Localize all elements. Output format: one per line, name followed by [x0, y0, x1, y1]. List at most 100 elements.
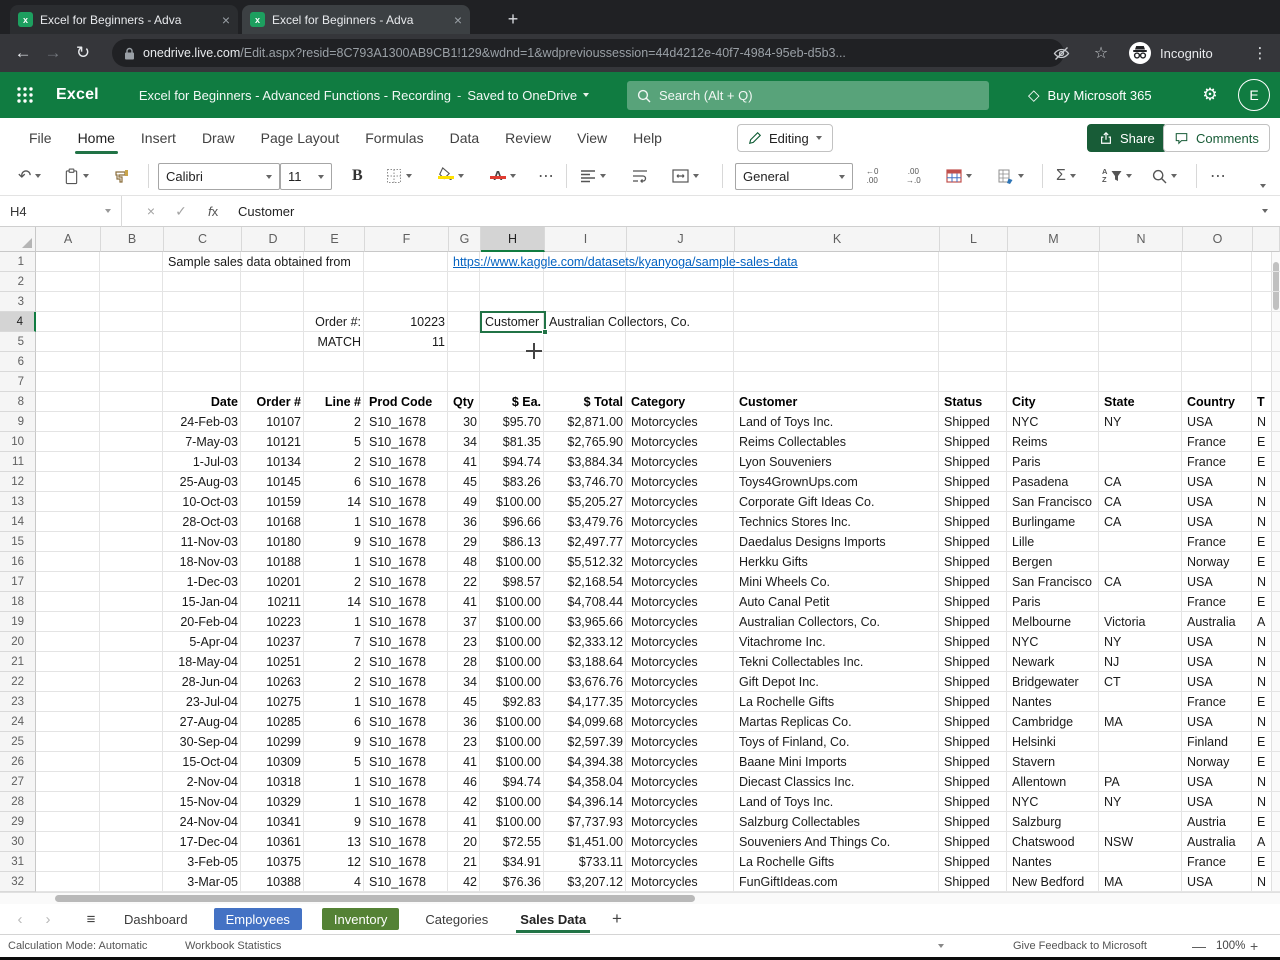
table-cell[interactable]: S10_1678 [365, 592, 449, 612]
table-cell[interactable]: USA [1183, 412, 1253, 432]
table-cell[interactable]: A [1253, 612, 1280, 632]
table-cell[interactable]: Shipped [940, 772, 1008, 792]
table-cell[interactable]: 36 [449, 712, 481, 732]
table-cell[interactable]: 10263 [242, 672, 305, 692]
table-cell[interactable]: S10_1678 [365, 712, 449, 732]
table-cell[interactable]: 45 [449, 692, 481, 712]
table-cell[interactable]: E [1253, 812, 1280, 832]
table-cell[interactable]: 10201 [242, 572, 305, 592]
table-cell[interactable]: $100.00 [481, 652, 545, 672]
ribbon-tab-draw[interactable]: Draw [189, 118, 248, 157]
table-cell[interactable]: N [1253, 872, 1280, 892]
table-cell[interactable]: E [1253, 732, 1280, 752]
table-cell[interactable]: NYC [1008, 412, 1100, 432]
undo-button[interactable]: ↶ [18, 157, 41, 195]
table-cell[interactable]: 1-Jul-03 [164, 452, 242, 472]
table-cell[interactable]: S10_1678 [365, 772, 449, 792]
table-cell[interactable]: N [1253, 792, 1280, 812]
table-cell[interactable]: Diecast Classics Inc. [735, 772, 940, 792]
confirm-entry-icon[interactable]: ✓ [166, 203, 196, 220]
bookmark-star-icon[interactable]: ☆ [1088, 39, 1114, 67]
table-cell[interactable]: $5,205.27 [545, 492, 627, 512]
table-cell[interactable]: 5 [305, 432, 365, 452]
table-cell[interactable]: Nantes [1008, 852, 1100, 872]
table-header-status[interactable]: Status [940, 392, 1008, 412]
table-header-category[interactable]: Category [627, 392, 735, 412]
table-cell[interactable]: USA [1183, 872, 1253, 892]
table-cell[interactable]: $83.26 [481, 472, 545, 492]
next-sheet-icon[interactable]: › [34, 911, 62, 928]
table-cell[interactable]: 41 [449, 592, 481, 612]
table-cell[interactable]: N [1253, 672, 1280, 692]
table-cell[interactable]: $2,168.54 [545, 572, 627, 592]
spreadsheet-cell-F4[interactable]: 10223 [365, 312, 449, 332]
table-cell[interactable]: Shipped [940, 852, 1008, 872]
table-cell[interactable]: 42 [449, 792, 481, 812]
table-cell[interactable]: 10-Oct-03 [164, 492, 242, 512]
table-cell[interactable]: $94.74 [481, 772, 545, 792]
table-cell[interactable]: N [1253, 772, 1280, 792]
table-cell[interactable]: 21 [449, 852, 481, 872]
table-cell[interactable]: Bridgewater [1008, 672, 1100, 692]
table-cell[interactable]: Helsinki [1008, 732, 1100, 752]
table-cell[interactable]: 10275 [242, 692, 305, 712]
borders-button[interactable] [386, 157, 412, 195]
comments-button[interactable]: Comments [1163, 124, 1270, 152]
table-cell[interactable]: 23 [449, 632, 481, 652]
paste-button[interactable] [64, 157, 89, 195]
formula-content[interactable]: Customer [238, 204, 294, 219]
horizontal-scrollbar-thumb[interactable] [55, 895, 695, 902]
table-cell[interactable]: 10309 [242, 752, 305, 772]
table-cell[interactable]: Souveniers And Things Co. [735, 832, 940, 852]
table-cell[interactable]: 34 [449, 432, 481, 452]
sheet-tab-dashboard[interactable]: Dashboard [120, 904, 192, 934]
column-header-H[interactable]: H [481, 227, 545, 252]
table-cell[interactable]: Daedalus Designs Imports [735, 532, 940, 552]
table-cell[interactable]: 12 [305, 852, 365, 872]
table-cell[interactable]: Vitachrome Inc. [735, 632, 940, 652]
table-cell[interactable]: 1 [305, 772, 365, 792]
table-cell[interactable]: $100.00 [481, 712, 545, 732]
table-cell[interactable]: S10_1678 [365, 512, 449, 532]
fill-handle[interactable] [542, 329, 548, 335]
table-cell[interactable]: Norway [1183, 552, 1253, 572]
table-cell[interactable]: E [1253, 592, 1280, 612]
table-cell[interactable]: Motorcycles [627, 752, 735, 772]
table-cell[interactable]: 4 [305, 872, 365, 892]
table-cell[interactable]: $3,884.34 [545, 452, 627, 472]
table-cell[interactable]: France [1183, 692, 1253, 712]
table-cell[interactable]: 48 [449, 552, 481, 572]
table-cell[interactable]: Shipped [940, 592, 1008, 612]
table-cell[interactable]: 28-Jun-04 [164, 672, 242, 692]
table-cell[interactable]: $3,746.70 [545, 472, 627, 492]
table-cell[interactable]: Nantes [1008, 692, 1100, 712]
table-cell[interactable]: Newark [1008, 652, 1100, 672]
spreadsheet-cell-C1[interactable]: Sample sales data obtained from [164, 252, 355, 272]
table-cell[interactable]: Shipped [940, 512, 1008, 532]
table-cell[interactable]: Motorcycles [627, 572, 735, 592]
table-cell[interactable]: S10_1678 [365, 872, 449, 892]
table-cell[interactable]: 46 [449, 772, 481, 792]
table-cell[interactable]: $81.35 [481, 432, 545, 452]
table-cell[interactable]: Motorcycles [627, 632, 735, 652]
table-cell[interactable]: N [1253, 412, 1280, 432]
editing-mode-button[interactable]: Editing [737, 124, 833, 152]
name-box[interactable]: H4 [0, 196, 122, 227]
document-title[interactable]: Excel for Beginners - Advanced Functions… [139, 88, 589, 103]
table-cell[interactable]: N [1253, 632, 1280, 652]
table-cell[interactable]: Toys4GrownUps.com [735, 472, 940, 492]
table-cell[interactable]: CT [1100, 672, 1183, 692]
table-cell[interactable]: S10_1678 [365, 752, 449, 772]
table-header-state[interactable]: State [1100, 392, 1183, 412]
table-cell[interactable]: S10_1678 [365, 652, 449, 672]
table-cell[interactable]: CA [1100, 492, 1183, 512]
table-cell[interactable]: Salzburg [1008, 812, 1100, 832]
table-cell[interactable]: S10_1678 [365, 432, 449, 452]
table-cell[interactable]: $4,396.14 [545, 792, 627, 812]
table-cell[interactable]: Cambridge [1008, 712, 1100, 732]
table-cell[interactable]: PA [1100, 772, 1183, 792]
table-cell[interactable]: Motorcycles [627, 712, 735, 732]
table-cell[interactable]: 1 [305, 552, 365, 572]
table-cell[interactable]: Motorcycles [627, 852, 735, 872]
table-cell[interactable]: S10_1678 [365, 792, 449, 812]
